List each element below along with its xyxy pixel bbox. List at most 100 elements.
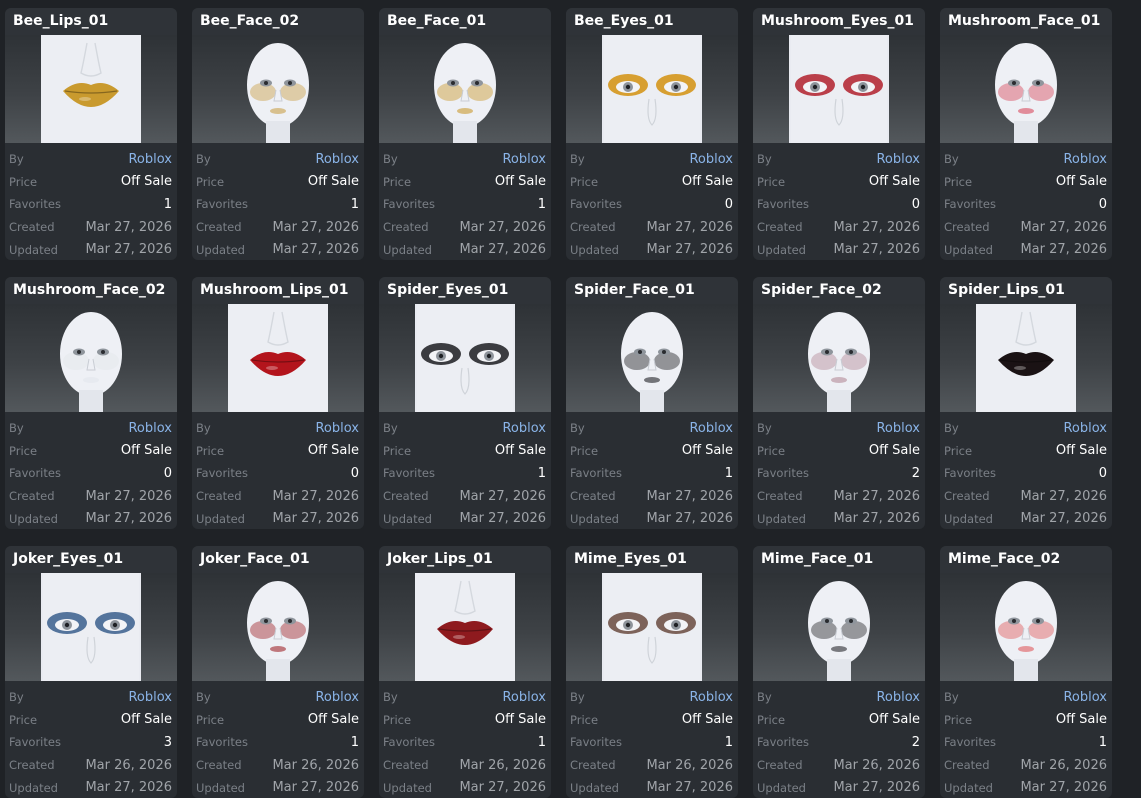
item-name[interactable]: Spider_Face_02 bbox=[753, 277, 925, 304]
item-card[interactable]: Bee_Eyes_01 By Roblox Price Off Sale Favorite… bbox=[566, 8, 738, 260]
item-card[interactable]: Spider_Face_02 By Roblox Price Off Sale Favor… bbox=[753, 277, 925, 529]
catalog-grid: Bee_Lips_01 By Roblox Price Off Sale Favorite… bbox=[0, 0, 1141, 798]
meta-value-price: Off Sale bbox=[681, 443, 733, 459]
item-name[interactable]: Mushroom_Face_02 bbox=[5, 277, 177, 304]
item-name[interactable]: Bee_Face_01 bbox=[379, 8, 551, 35]
item-name[interactable]: Spider_Face_01 bbox=[566, 277, 738, 304]
item-thumbnail-area[interactable] bbox=[5, 35, 177, 143]
meta-label-created: Created bbox=[570, 758, 616, 773]
item-card[interactable]: Mushroom_Eyes_01 By Roblox Price Off Sale Fav… bbox=[753, 8, 925, 260]
meta-label-price: Price bbox=[570, 174, 599, 189]
meta-label-updated: Updated bbox=[944, 511, 993, 526]
meta-label-by: By bbox=[9, 690, 24, 705]
item-thumbnail-area[interactable] bbox=[566, 304, 738, 412]
meta-label-updated: Updated bbox=[196, 780, 245, 795]
item-card[interactable]: Joker_Lips_01 By Roblox Price Off Sale Favori… bbox=[379, 546, 551, 798]
creator-link[interactable]: Roblox bbox=[689, 152, 733, 167]
item-card[interactable]: Bee_Face_02 By Roblox Price Off Sale Favorite… bbox=[192, 8, 364, 260]
item-name[interactable]: Bee_Lips_01 bbox=[5, 8, 177, 35]
meta-row-created: Created Mar 27, 2026 bbox=[192, 216, 364, 239]
item-thumbnail-area[interactable] bbox=[379, 304, 551, 412]
meta-value-created: Mar 27, 2026 bbox=[1020, 488, 1107, 504]
item-name[interactable]: Spider_Lips_01 bbox=[940, 277, 1112, 304]
meta-label-price: Price bbox=[383, 174, 412, 189]
creator-link[interactable]: Roblox bbox=[689, 421, 733, 436]
creator-link[interactable]: Roblox bbox=[1063, 152, 1107, 167]
item-card[interactable]: Joker_Eyes_01 By Roblox Price Off Sale Favori… bbox=[5, 546, 177, 798]
meta-value-created: Mar 27, 2026 bbox=[459, 488, 546, 504]
item-name[interactable]: Mushroom_Lips_01 bbox=[192, 277, 364, 304]
creator-link[interactable]: Roblox bbox=[876, 421, 920, 436]
creator-link[interactable]: Roblox bbox=[128, 152, 172, 167]
item-card[interactable]: Bee_Face_01 By Roblox Price Off Sale Favorite… bbox=[379, 8, 551, 260]
item-card[interactable]: Bee_Lips_01 By Roblox Price Off Sale Favorite… bbox=[5, 8, 177, 260]
item-card[interactable]: Mushroom_Face_02 By Roblox Price Off Sale Fav… bbox=[5, 277, 177, 529]
creator-link[interactable]: Roblox bbox=[502, 690, 546, 705]
meta-value-created: Mar 27, 2026 bbox=[272, 488, 359, 504]
item-thumbnail-area[interactable] bbox=[379, 573, 551, 681]
item-name[interactable]: Joker_Lips_01 bbox=[379, 546, 551, 573]
item-name[interactable]: Mime_Face_02 bbox=[940, 546, 1112, 573]
item-card[interactable]: Mushroom_Face_01 By Roblox Price Off Sale Fav… bbox=[940, 8, 1112, 260]
item-name[interactable]: Mime_Eyes_01 bbox=[566, 546, 738, 573]
item-name[interactable]: Mushroom_Eyes_01 bbox=[753, 8, 925, 35]
creator-link[interactable]: Roblox bbox=[1063, 421, 1107, 436]
meta-value-favorites: 1 bbox=[537, 734, 546, 750]
meta-label-created: Created bbox=[570, 489, 616, 504]
item-card[interactable]: Mime_Eyes_01 By Roblox Price Off Sale Favorit… bbox=[566, 546, 738, 798]
item-name[interactable]: Bee_Face_02 bbox=[192, 8, 364, 35]
item-thumbnail-area[interactable] bbox=[753, 573, 925, 681]
creator-link[interactable]: Roblox bbox=[315, 421, 359, 436]
meta-label-updated: Updated bbox=[383, 242, 432, 257]
item-thumbnail-area[interactable] bbox=[753, 35, 925, 143]
item-card[interactable]: Spider_Lips_01 By Roblox Price Off Sale Favor… bbox=[940, 277, 1112, 529]
item-name[interactable]: Bee_Eyes_01 bbox=[566, 8, 738, 35]
meta-row-created: Created Mar 27, 2026 bbox=[192, 485, 364, 508]
meta-value-price: Off Sale bbox=[307, 443, 359, 459]
item-thumbnail-area[interactable] bbox=[753, 304, 925, 412]
creator-link[interactable]: Roblox bbox=[689, 690, 733, 705]
item-name[interactable]: Mime_Face_01 bbox=[753, 546, 925, 573]
creator-link[interactable]: Roblox bbox=[315, 690, 359, 705]
item-thumbnail-area[interactable] bbox=[5, 304, 177, 412]
item-meta: By Roblox Price Off Sale Favorites 0 Created Ma… bbox=[192, 412, 364, 529]
creator-link[interactable]: Roblox bbox=[502, 421, 546, 436]
meta-label-price: Price bbox=[757, 712, 786, 727]
item-name[interactable]: Joker_Face_01 bbox=[192, 546, 364, 573]
creator-link[interactable]: Roblox bbox=[876, 152, 920, 167]
item-card[interactable]: Mushroom_Lips_01 By Roblox Price Off Sale Fav… bbox=[192, 277, 364, 529]
meta-row-updated: Updated Mar 27, 2026 bbox=[566, 238, 738, 260]
creator-link[interactable]: Roblox bbox=[128, 421, 172, 436]
item-name[interactable]: Mushroom_Face_01 bbox=[940, 8, 1112, 35]
item-card[interactable]: Mime_Face_02 By Roblox Price Off Sale Favorit… bbox=[940, 546, 1112, 798]
item-thumbnail bbox=[602, 573, 702, 681]
item-meta: By Roblox Price Off Sale Favorites 1 Created Ma… bbox=[192, 143, 364, 260]
item-name[interactable]: Spider_Eyes_01 bbox=[379, 277, 551, 304]
item-thumbnail-area[interactable] bbox=[379, 35, 551, 143]
item-thumbnail-area[interactable] bbox=[192, 573, 364, 681]
item-card[interactable]: Spider_Eyes_01 By Roblox Price Off Sale Favor… bbox=[379, 277, 551, 529]
meta-row-updated: Updated Mar 27, 2026 bbox=[379, 238, 551, 260]
item-thumbnail-area[interactable] bbox=[192, 35, 364, 143]
meta-label-price: Price bbox=[9, 174, 38, 189]
item-card[interactable]: Mime_Face_01 By Roblox Price Off Sale Favorit… bbox=[753, 546, 925, 798]
creator-link[interactable]: Roblox bbox=[128, 690, 172, 705]
creator-link[interactable]: Roblox bbox=[876, 690, 920, 705]
item-name[interactable]: Joker_Eyes_01 bbox=[5, 546, 177, 573]
meta-value-created: Mar 26, 2026 bbox=[1020, 757, 1107, 773]
item-card[interactable]: Joker_Face_01 By Roblox Price Off Sale Favori… bbox=[192, 546, 364, 798]
item-thumbnail-area[interactable] bbox=[566, 35, 738, 143]
meta-label-by: By bbox=[944, 690, 959, 705]
item-card[interactable]: Spider_Face_01 By Roblox Price Off Sale Favor… bbox=[566, 277, 738, 529]
creator-link[interactable]: Roblox bbox=[1063, 690, 1107, 705]
item-thumbnail-area[interactable] bbox=[940, 35, 1112, 143]
item-thumbnail-area[interactable] bbox=[940, 573, 1112, 681]
item-thumbnail-area[interactable] bbox=[5, 573, 177, 681]
creator-link[interactable]: Roblox bbox=[315, 152, 359, 167]
item-thumbnail-area[interactable] bbox=[192, 304, 364, 412]
item-thumbnail-area[interactable] bbox=[566, 573, 738, 681]
meta-value-favorites: 1 bbox=[350, 734, 359, 750]
item-thumbnail-area[interactable] bbox=[940, 304, 1112, 412]
creator-link[interactable]: Roblox bbox=[502, 152, 546, 167]
meta-value-updated: Mar 27, 2026 bbox=[833, 780, 920, 796]
